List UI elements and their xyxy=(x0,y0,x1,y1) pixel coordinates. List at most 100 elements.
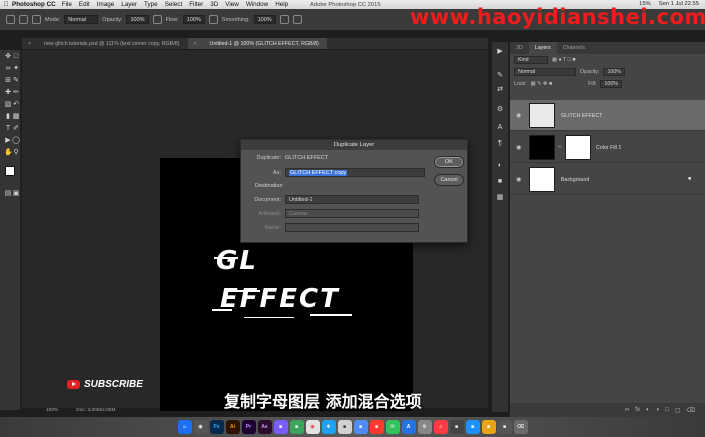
ellipse-tool-icon[interactable]: ◯ xyxy=(12,137,20,145)
app-icon[interactable]: ■ xyxy=(289,420,304,434)
menu-layer[interactable]: Layer xyxy=(121,1,137,8)
app-icon[interactable]: ■ xyxy=(449,420,464,434)
ok-button[interactable]: OK xyxy=(434,156,464,168)
lock-icons[interactable]: ▦ ✎ ✥ ■ xyxy=(531,81,553,87)
launchpad-icon[interactable]: ◉ xyxy=(193,420,208,434)
adjustment-layer-icon[interactable]: ◑ xyxy=(656,407,660,413)
menu-help[interactable]: Help xyxy=(275,1,288,8)
finder-icon[interactable]: ☺ xyxy=(177,420,192,434)
history-icon[interactable]: ▶ xyxy=(496,48,504,56)
system-preferences-icon[interactable]: ⚙ xyxy=(417,420,432,434)
menu-window[interactable]: Window xyxy=(246,1,268,8)
menu-file[interactable]: File xyxy=(62,1,72,8)
music-icon[interactable]: ♫ xyxy=(433,420,448,434)
opacity-field[interactable]: 100% xyxy=(126,15,149,24)
clone-stamp-icon[interactable]: ▧ xyxy=(4,101,12,109)
safari-icon[interactable]: ❖ xyxy=(321,420,336,434)
swatches-icon[interactable]: ▦ xyxy=(496,194,504,202)
zoom-tool-icon[interactable]: ⚲ xyxy=(12,149,20,157)
styles-icon[interactable]: ■ xyxy=(496,178,504,186)
new-layer-icon[interactable]: ▢ xyxy=(675,407,681,414)
screen-mode-icon[interactable]: ▣ xyxy=(12,190,20,198)
app-icon[interactable]: ■ xyxy=(465,420,480,434)
visibility-eye-icon[interactable]: ◉ xyxy=(516,144,521,151)
clone-source-icon[interactable]: ⇄ xyxy=(496,86,504,94)
premiere-icon[interactable]: Pr xyxy=(241,420,256,434)
brush-settings-icon[interactable]: ✎ xyxy=(496,72,504,80)
pressure-opacity-icon[interactable] xyxy=(152,15,162,24)
menu-3d[interactable]: 3D xyxy=(210,1,218,8)
subscribe-badge[interactable]: SUBSCRIBE xyxy=(67,379,143,390)
type-tool-icon[interactable]: T xyxy=(4,125,12,133)
layer-name[interactable]: GLITCH EFFECT xyxy=(561,113,603,119)
photoshop-icon[interactable]: Ps xyxy=(209,420,224,434)
brush-tool-icon[interactable]: ✏ xyxy=(12,89,20,97)
character-icon[interactable]: A xyxy=(496,124,504,132)
link-layers-icon[interactable]: ∞ xyxy=(625,407,629,413)
mode-select[interactable]: Normal xyxy=(64,15,99,24)
cancel-button[interactable]: Cancel xyxy=(434,174,464,186)
pen-tool-icon[interactable]: ✐ xyxy=(12,125,20,133)
app-menu[interactable]: Photoshop CC xyxy=(12,1,56,8)
eyedropper-icon[interactable]: ✎ xyxy=(12,77,20,85)
document-select[interactable]: Untitled-1 xyxy=(285,195,419,204)
adjustments-icon[interactable]: ◐ xyxy=(496,162,504,170)
zoom-level[interactable]: 100% xyxy=(46,408,58,415)
tab-untitled-1[interactable]: × Untitled-1 @ 100% (GLITCH EFFECT, RGB/… xyxy=(187,38,327,49)
app-icon[interactable]: ■ xyxy=(273,420,288,434)
menu-image[interactable]: Image xyxy=(97,1,115,8)
move-tool-icon[interactable]: ✥ xyxy=(4,53,12,61)
fill-field[interactable]: 100% xyxy=(600,80,622,88)
blend-mode-select[interactable]: Normal xyxy=(514,68,576,76)
app-store-icon[interactable]: A xyxy=(401,420,416,434)
close-icon[interactable]: × xyxy=(28,41,31,47)
apple-icon[interactable]:  xyxy=(0,1,12,8)
messages-icon[interactable]: ✉ xyxy=(385,420,400,434)
app-icon[interactable]: ■ xyxy=(481,420,496,434)
layer-name[interactable]: Background xyxy=(561,177,589,183)
healing-brush-icon[interactable]: ✚ xyxy=(4,89,12,97)
new-group-icon[interactable]: □ xyxy=(665,407,669,413)
magic-wand-icon[interactable]: ✦ xyxy=(12,65,20,73)
chrome-icon[interactable]: ◉ xyxy=(305,420,320,434)
layer-name[interactable]: Color Fill 1 xyxy=(596,145,621,151)
layer-row-color-fill[interactable]: ◉ ∞ Color Fill 1 xyxy=(510,132,705,163)
smoothing-options-icon[interactable] xyxy=(279,15,289,24)
trash-icon[interactable]: ⌫ xyxy=(513,420,528,434)
menu-filter[interactable]: Filter xyxy=(189,1,203,8)
filter-icons[interactable]: ▩ ● T □ ■ xyxy=(552,57,576,63)
gradient-tool-icon[interactable]: ▩ xyxy=(12,113,20,121)
smoothing-field[interactable]: 100% xyxy=(253,15,276,24)
chain-link-icon[interactable]: ∞ xyxy=(558,144,562,150)
brush-preset-icon[interactable] xyxy=(19,15,28,24)
pressure-size-icon[interactable] xyxy=(292,15,302,24)
app-icon[interactable]: ■ xyxy=(497,420,512,434)
layer-row-background[interactable]: ◉ Background ■ xyxy=(510,164,705,195)
illustrator-icon[interactable]: Ai xyxy=(225,420,240,434)
app-icon[interactable]: ■ xyxy=(337,420,352,434)
tab-glitch-tutorials[interactable]: × new glitch tutorials.psd @ 111% (text … xyxy=(22,38,188,49)
after-effects-icon[interactable]: Ae xyxy=(257,420,272,434)
toggle-brush-panel-icon[interactable] xyxy=(32,15,41,24)
app-icon[interactable]: ■ xyxy=(369,420,384,434)
opacity-field[interactable]: 100% xyxy=(603,68,625,76)
paragraph-icon[interactable]: ¶ xyxy=(496,140,504,148)
close-icon[interactable]: × xyxy=(194,41,197,47)
menu-view[interactable]: View xyxy=(225,1,239,8)
visibility-eye-icon[interactable]: ◉ xyxy=(516,176,521,183)
history-brush-icon[interactable]: ↶ xyxy=(12,101,20,109)
crop-tool-icon[interactable]: ⊞ xyxy=(4,77,12,85)
marquee-tool-icon[interactable]: □ xyxy=(12,53,20,61)
app-icon[interactable]: ■ xyxy=(353,420,368,434)
tab-layers[interactable]: Layers xyxy=(528,42,557,54)
eraser-icon[interactable]: ▮ xyxy=(4,113,12,121)
path-selection-icon[interactable]: ▶ xyxy=(4,137,12,145)
layer-row-glitch-effect[interactable]: ◉ GLITCH EFFECT xyxy=(510,100,705,131)
properties-icon[interactable]: ⚙ xyxy=(496,106,504,114)
tab-3d[interactable]: 3D xyxy=(510,42,529,54)
menu-type[interactable]: Type xyxy=(144,1,158,8)
lasso-tool-icon[interactable]: ∞ xyxy=(4,65,12,73)
add-mask-icon[interactable]: ◐ xyxy=(646,407,650,413)
as-name-input[interactable]: GLITCH EFFECT copy xyxy=(285,168,425,177)
trash-icon[interactable]: ⌫ xyxy=(687,407,695,414)
